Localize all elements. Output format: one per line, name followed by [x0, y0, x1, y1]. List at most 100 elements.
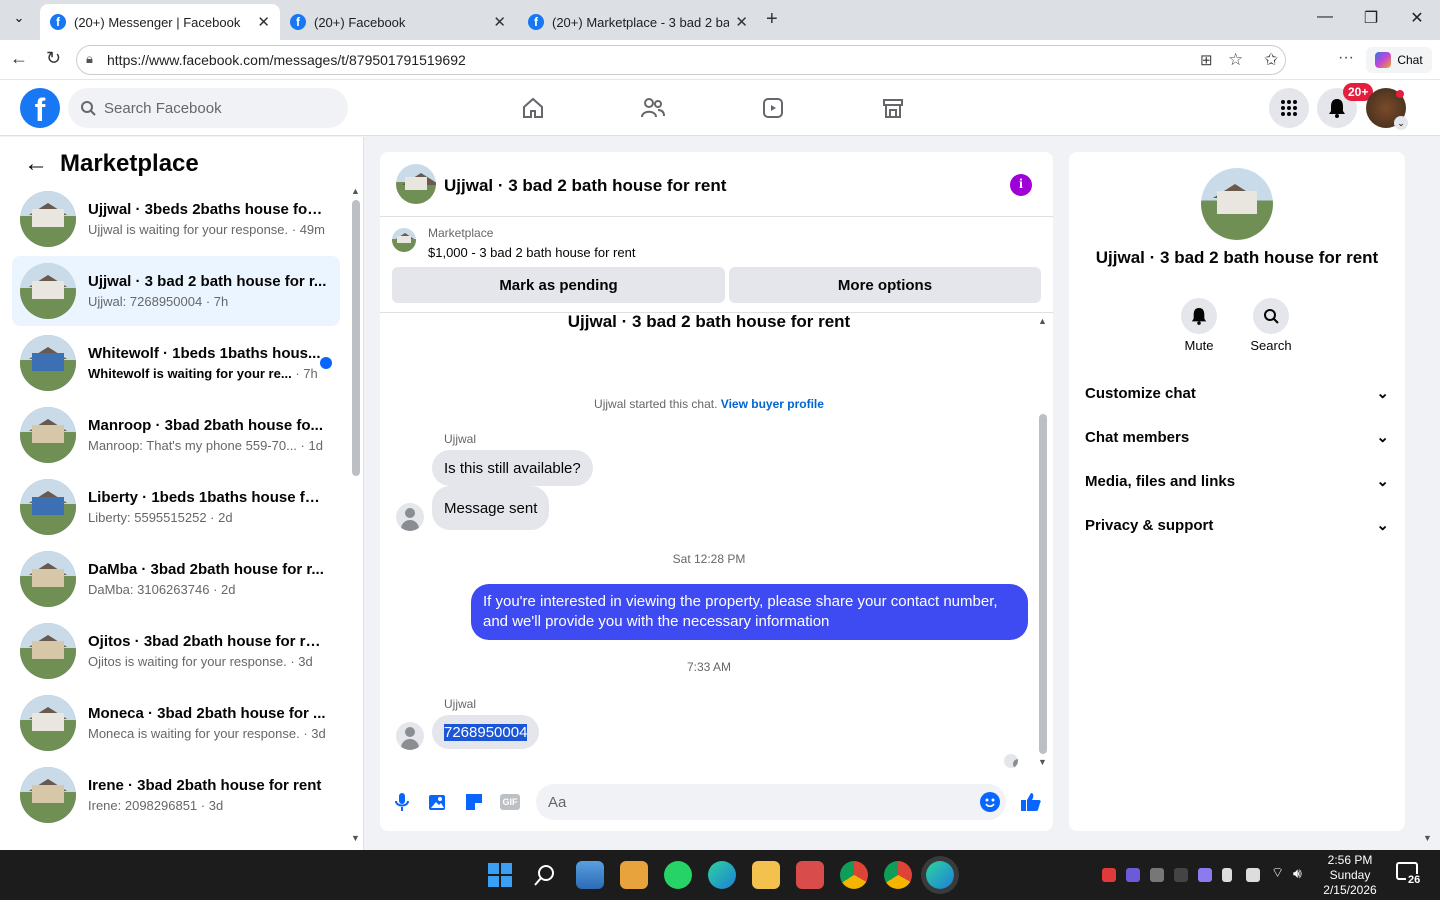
thumbs-up-icon[interactable]: [1020, 792, 1042, 812]
conversation-preview: DaMba: 3106263746 · 2d: [88, 582, 328, 597]
conversation-row[interactable]: Manroop · 3bad 2bath house fo... Manroop:…: [12, 400, 340, 470]
section-label: Privacy & support: [1085, 516, 1214, 534]
incoming-message[interactable]: Message sent: [432, 486, 550, 530]
favorite-star-icon[interactable]: ☆: [1228, 50, 1243, 70]
tray-cloud-icon[interactable]: [1150, 868, 1164, 882]
privacy-support-section[interactable]: Privacy & support ⌄: [1085, 516, 1389, 535]
conversation-row[interactable]: Ujjwal · 3 bad 2 bath house for r... Ujjw…: [12, 256, 340, 326]
details-avatar[interactable]: [1201, 168, 1273, 240]
volume-icon[interactable]: 🔊︎: [1293, 865, 1302, 882]
back-arrow-icon[interactable]: ←: [24, 150, 48, 178]
scroll-up-arrow-icon[interactable]: ▲: [1038, 316, 1047, 326]
microphone-icon[interactable]: [394, 792, 410, 812]
favorites-list-icon[interactable]: ✩: [1264, 50, 1278, 70]
emoji-icon[interactable]: [980, 792, 1000, 812]
conversation-row[interactable]: Ujjwal · 3beds 2baths house for ... Ujjwa…: [12, 184, 340, 254]
tray-vpn-icon[interactable]: [1126, 868, 1140, 882]
reload-icon[interactable]: ↻: [46, 48, 61, 69]
clock[interactable]: 2:56 PM Sunday 2/15/2026: [1318, 853, 1382, 898]
window-close-icon[interactable]: ✕: [1402, 8, 1432, 28]
photo-icon[interactable]: [428, 792, 448, 812]
chrome-icon[interactable]: [840, 861, 868, 889]
edge-icon[interactable]: [708, 861, 736, 889]
gif-icon[interactable]: GIF: [500, 794, 520, 810]
facebook-logo-icon[interactable]: f: [20, 88, 60, 128]
snipping-tool-icon[interactable]: [796, 861, 824, 889]
search-taskbar-icon[interactable]: [534, 864, 556, 886]
mute-button[interactable]: [1181, 298, 1217, 334]
sidebar-scrollbar[interactable]: [352, 200, 360, 476]
incoming-message[interactable]: Is this still available?: [432, 450, 593, 486]
edge-active-icon[interactable]: [926, 861, 954, 889]
scroll-down-arrow-icon[interactable]: ▼: [351, 833, 360, 843]
browser-tab-marketplace[interactable]: f (20+) Marketplace - 3 bad 2 bath h ✕: [518, 4, 758, 40]
browser-tab-messenger[interactable]: f (20+) Messenger | Facebook ✕: [40, 4, 280, 40]
store-icon[interactable]: [620, 861, 648, 889]
tray-app-icon[interactable]: [1102, 868, 1116, 882]
whatsapp-icon[interactable]: [664, 861, 692, 889]
chat-scrollbar[interactable]: [1039, 414, 1047, 754]
close-tab-icon[interactable]: ✕: [735, 13, 748, 31]
copilot-chat-button[interactable]: Chat: [1366, 47, 1432, 73]
tab-list-chevron-icon[interactable]: ⌄: [8, 10, 30, 30]
restore-icon[interactable]: ❐: [1356, 8, 1386, 28]
sender-avatar[interactable]: [396, 503, 424, 531]
more-options-button[interactable]: More options: [729, 267, 1041, 303]
conversation-details-panel: Ujjwal · 3 bad 2 bath house for rent Mut…: [1069, 152, 1405, 831]
search-facebook-input[interactable]: Search Facebook: [68, 88, 348, 128]
listing-title[interactable]: $1,000 - 3 bad 2 bath house for rent: [428, 245, 635, 260]
menu-grid-button[interactable]: [1269, 88, 1309, 128]
chat-members-section[interactable]: Chat members ⌄: [1085, 428, 1389, 447]
close-tab-icon[interactable]: ✕: [493, 13, 506, 31]
page-scroll-down-arrow-icon[interactable]: ▼: [1423, 833, 1432, 843]
incoming-message-phone[interactable]: 7268950004: [432, 715, 540, 749]
app-available-icon[interactable]: ⊞: [1200, 51, 1213, 69]
conversation-row[interactable]: Ojitos · 3bad 2bath house for rent Ojitos…: [12, 616, 340, 686]
new-tab-plus-icon[interactable]: +: [766, 8, 778, 31]
friends-nav-icon[interactable]: [638, 94, 668, 122]
chat-title[interactable]: Ujjwal · 3 bad 2 bath house for rent: [444, 176, 726, 196]
browser-tab-facebook[interactable]: f (20+) Facebook ✕: [280, 4, 516, 40]
back-arrow-icon[interactable]: ←: [10, 48, 28, 69]
outgoing-message[interactable]: If you're interested in viewing the prop…: [471, 584, 1028, 640]
minimize-icon[interactable]: —: [1310, 8, 1340, 26]
search-conversation-button[interactable]: [1253, 298, 1289, 334]
conversation-row[interactable]: DaMba · 3bad 2bath house for r... DaMba: …: [12, 544, 340, 614]
message-input[interactable]: Aa: [536, 784, 1006, 820]
wifi-icon[interactable]: ⌔: [1271, 864, 1284, 882]
sender-avatar[interactable]: [396, 722, 424, 750]
selected-phone-number[interactable]: 7268950004: [444, 723, 528, 741]
conversation-row[interactable]: Irene · 3bad 2bath house for rent Irene: …: [12, 760, 340, 830]
tray-display-icon[interactable]: [1246, 868, 1260, 882]
tray-folder-icon[interactable]: [1198, 868, 1212, 882]
sticker-icon[interactable]: [464, 792, 484, 812]
info-icon[interactable]: i: [1010, 174, 1032, 196]
view-buyer-profile-link[interactable]: View buyer profile: [721, 397, 824, 411]
listing-thumbnail[interactable]: [392, 228, 416, 252]
chrome-profile-icon[interactable]: [884, 861, 912, 889]
mark-as-pending-button[interactable]: Mark as pending: [392, 267, 725, 303]
battery-icon[interactable]: [1222, 868, 1232, 882]
video-nav-icon[interactable]: [758, 94, 788, 122]
conversation-row[interactable]: Liberty · 1beds 1baths house for ... Libe…: [12, 472, 340, 542]
file-explorer-icon[interactable]: [752, 861, 780, 889]
preview-time: · 3d: [290, 654, 313, 669]
conversation-row[interactable]: Moneca · 3bad 2bath house for ... Moneca …: [12, 688, 340, 758]
home-nav-icon[interactable]: [518, 94, 548, 122]
close-tab-icon[interactable]: ✕: [257, 13, 270, 31]
chat-avatar[interactable]: [396, 164, 436, 204]
task-view-icon[interactable]: [576, 861, 604, 889]
address-bar[interactable]: 🔒︎ https://www.facebook.com/messages/t/8…: [76, 45, 1286, 75]
tray-app2-icon[interactable]: [1174, 868, 1188, 882]
windows-start-icon[interactable]: [488, 863, 512, 887]
customize-chat-section[interactable]: Customize chat ⌄: [1085, 384, 1389, 403]
scroll-down-arrow-icon[interactable]: ▼: [1038, 757, 1047, 767]
marketplace-nav-icon[interactable]: [878, 94, 908, 122]
media-files-links-section[interactable]: Media, files and links ⌄: [1085, 472, 1389, 491]
account-avatar[interactable]: ⌄: [1366, 88, 1408, 130]
copilot-label: Chat: [1397, 53, 1423, 67]
site-info-icon[interactable]: 🔒︎: [86, 51, 93, 67]
scroll-up-arrow-icon[interactable]: ▲: [351, 186, 360, 196]
conversation-row[interactable]: Whitewolf · 1beds 1baths hous... Whitewol…: [12, 328, 340, 398]
more-menu-icon[interactable]: ···: [1338, 49, 1354, 67]
